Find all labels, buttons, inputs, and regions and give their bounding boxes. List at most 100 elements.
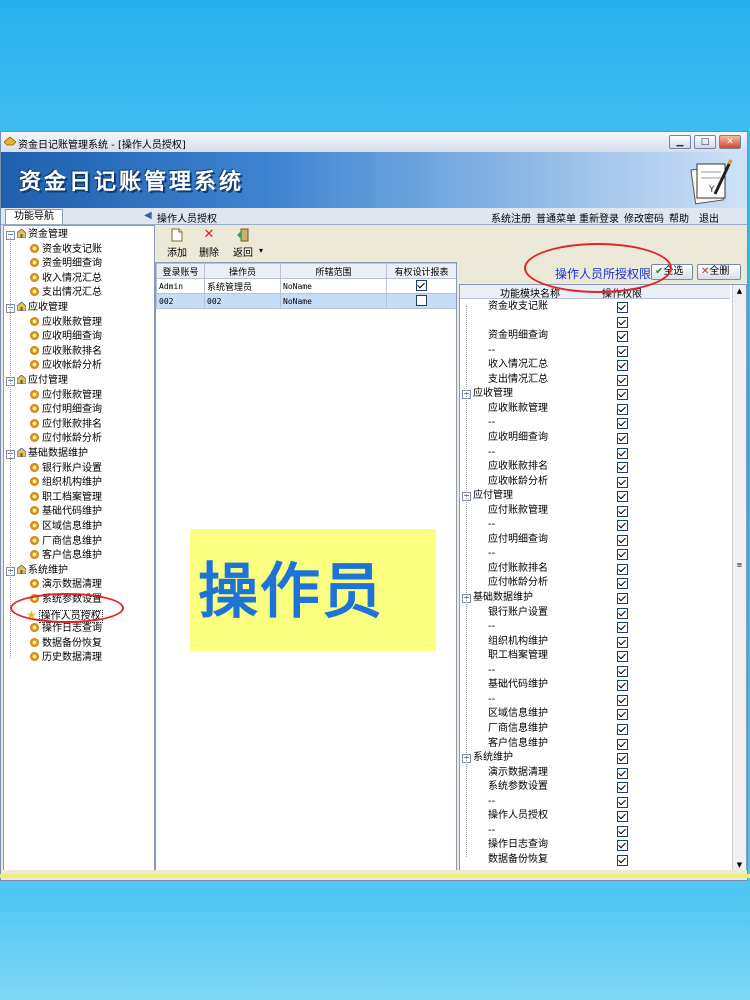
col-header-scope[interactable]: 所辖范围 xyxy=(280,263,387,279)
permission-checkbox[interactable] xyxy=(617,665,628,677)
permission-row[interactable]: 操作日志查询 xyxy=(460,838,740,852)
permission-checkbox[interactable] xyxy=(617,840,628,852)
tree-group[interactable]: − 应付管理 xyxy=(6,374,68,388)
permission-row[interactable]: 操作人员授权 xyxy=(460,809,740,823)
back-button[interactable]: 返回 xyxy=(233,228,253,259)
cell-scope[interactable]: NoName xyxy=(280,293,387,309)
tree-item[interactable]: 区域信息维护 xyxy=(30,520,102,534)
permission-row[interactable]: 收入情况汇总 xyxy=(460,358,740,372)
clear-all-button[interactable]: ✕全删 xyxy=(697,264,741,280)
permission-checkbox[interactable] xyxy=(617,738,628,750)
permission-row[interactable]: 资金明细查询 xyxy=(460,329,740,343)
permission-row[interactable]: − 基础数据维护 xyxy=(460,591,740,605)
tree-item[interactable]: 客户信息维护 xyxy=(30,549,102,563)
permission-row[interactable]: 应收明细查询 xyxy=(460,431,740,445)
permission-row[interactable]: 应付账款管理 xyxy=(460,504,740,518)
permission-row[interactable]: 应付明细查询 xyxy=(460,533,740,547)
permission-checkbox[interactable] xyxy=(617,767,628,779)
delete-button[interactable]: ✕ 删除 xyxy=(199,228,219,260)
permission-row[interactable]: 支出情况汇总 xyxy=(460,373,740,387)
cell-scope[interactable]: NoName xyxy=(280,278,387,294)
permission-row[interactable]: 区域信息维护 xyxy=(460,707,740,721)
permission-row[interactable]: 应付帐龄分析 xyxy=(460,576,740,590)
permission-row[interactable]: -- xyxy=(460,416,740,430)
tree-item[interactable]: 应付明细查询 xyxy=(30,403,102,417)
permission-checkbox[interactable] xyxy=(617,593,628,604)
col-header-account[interactable]: 登录账号 xyxy=(156,263,205,279)
permission-checkbox[interactable] xyxy=(617,607,628,619)
permission-checkbox[interactable] xyxy=(617,316,628,328)
permission-checkbox[interactable] xyxy=(617,549,628,561)
tree-group[interactable]: − 资金管理 xyxy=(6,228,68,242)
permission-row[interactable] xyxy=(460,315,740,329)
permission-row[interactable]: -- xyxy=(460,547,740,561)
maximize-button[interactable]: □ xyxy=(694,135,716,149)
tree-item[interactable]: 演示数据清理 xyxy=(30,578,102,592)
menu-exit[interactable]: 退出 xyxy=(699,210,719,225)
permission-row[interactable]: 应付账款排名 xyxy=(460,562,740,576)
permission-checkbox[interactable] xyxy=(617,447,628,459)
permission-checkbox[interactable] xyxy=(617,476,628,488)
permission-row[interactable]: 厂商信息维护 xyxy=(460,722,740,736)
permission-checkbox[interactable] xyxy=(617,753,628,765)
permission-row[interactable]: 应收账款管理 xyxy=(460,402,740,416)
tree-item[interactable]: 组织机构维护 xyxy=(30,476,102,490)
minimize-button[interactable]: ▁ xyxy=(669,135,691,149)
permission-checkbox[interactable] xyxy=(617,680,628,692)
tree-item[interactable]: 职工档案管理 xyxy=(30,491,102,505)
tree-item[interactable]: 应收账款管理 xyxy=(30,316,102,330)
cell-account[interactable]: Admin xyxy=(156,278,205,294)
permission-checkbox[interactable] xyxy=(617,636,628,648)
permission-checkbox[interactable] xyxy=(617,374,628,386)
tree-item[interactable]: 应收账款排名 xyxy=(30,345,102,359)
scroll-grip-icon[interactable]: ≡ xyxy=(734,561,745,571)
permission-row[interactable]: -- xyxy=(460,446,740,460)
tree-item[interactable]: 厂商信息维护 xyxy=(30,535,102,549)
permission-checkbox[interactable] xyxy=(617,505,628,517)
permission-checkbox[interactable] xyxy=(617,403,628,415)
add-button[interactable]: 添加 xyxy=(167,228,187,259)
menu-normal[interactable]: 普通菜单 xyxy=(536,210,576,225)
permission-row[interactable]: -- xyxy=(460,518,740,532)
permission-checkbox[interactable] xyxy=(617,520,628,532)
permission-checkbox[interactable] xyxy=(617,389,628,401)
permission-checkbox[interactable] xyxy=(617,302,628,313)
tree-group[interactable]: − 基础数据维护 xyxy=(6,447,88,461)
cell-operator[interactable]: 系统管理员 xyxy=(204,278,281,294)
permission-checkbox[interactable] xyxy=(617,578,628,590)
permission-checkbox[interactable] xyxy=(617,418,628,430)
permission-row[interactable]: 职工档案管理 xyxy=(460,649,740,663)
permission-checkbox[interactable] xyxy=(617,694,628,706)
tree-item[interactable]: 银行账户设置 xyxy=(30,462,102,476)
tree-item[interactable]: 基础代码维护 xyxy=(30,505,102,519)
col-header-operator[interactable]: 操作员 xyxy=(204,263,281,279)
tree-item[interactable]: 支出情况汇总 xyxy=(30,286,102,300)
permission-row[interactable]: -- xyxy=(460,824,740,838)
permission-row[interactable]: 演示数据清理 xyxy=(460,766,740,780)
permission-checkbox[interactable] xyxy=(617,854,628,866)
permission-row[interactable]: 银行账户设置 xyxy=(460,606,740,620)
permission-checkbox[interactable] xyxy=(617,345,628,357)
permission-checkbox[interactable] xyxy=(617,534,628,546)
cell-design-report[interactable] xyxy=(386,278,456,294)
permission-checkbox[interactable] xyxy=(617,811,628,823)
table-row[interactable]: 002 002 NoName xyxy=(156,293,456,309)
permission-checkbox[interactable] xyxy=(617,462,628,474)
tab-function-nav[interactable]: 功能导航 xyxy=(5,209,63,224)
menu-register[interactable]: 系统注册 xyxy=(491,210,531,225)
permission-checkbox[interactable] xyxy=(617,825,628,837)
permission-checkbox[interactable] xyxy=(617,360,628,372)
close-button[interactable]: ✕ xyxy=(719,135,741,149)
permission-checkbox[interactable] xyxy=(617,709,628,721)
cell-account[interactable]: 002 xyxy=(156,293,205,309)
tree-group[interactable]: − 系统维护 xyxy=(6,564,68,578)
permission-row[interactable]: − 应收管理 xyxy=(460,387,740,401)
permission-row[interactable]: -- xyxy=(460,795,740,809)
menu-help[interactable]: 帮助 xyxy=(669,210,689,225)
permission-checkbox[interactable] xyxy=(617,563,628,575)
collapse-panel-icon[interactable]: ◀ xyxy=(144,210,152,221)
permission-row[interactable]: 基础代码维护 xyxy=(460,678,740,692)
back-dropdown-icon[interactable]: ▾ xyxy=(259,246,263,255)
tree-item[interactable]: 资金明细查询 xyxy=(30,257,102,271)
permission-checkbox[interactable] xyxy=(617,432,628,444)
